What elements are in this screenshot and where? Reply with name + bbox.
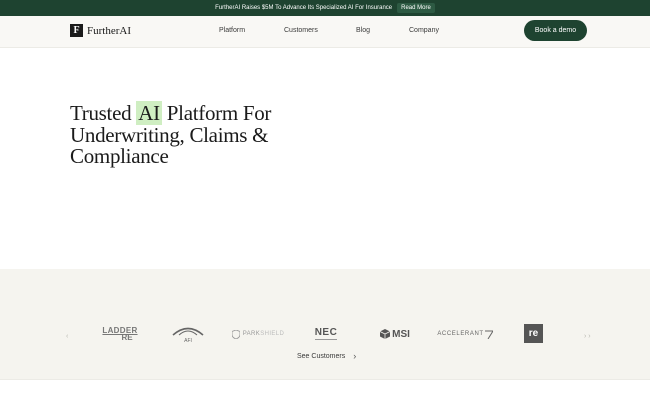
brand-name: FurtherAI [87, 24, 131, 37]
carousel-prev-icon[interactable]: ‹ [66, 333, 68, 340]
logo-nec: NEC [312, 325, 340, 343]
announcement-text: FurtherAI Raises $5M To Advance Its Spec… [215, 5, 393, 11]
logo-ladder-re: LADDER RE [100, 325, 140, 343]
logo-re: re [524, 324, 543, 343]
re-label: re [528, 328, 539, 339]
hero-heading: Trusted AI Platform For Underwriting, Cl… [70, 101, 330, 168]
announcement-bar: FurtherAI Raises $5M To Advance Its Spec… [0, 0, 650, 16]
chevron-right-icon: › [353, 351, 357, 361]
nav-blog[interactable]: Blog [356, 27, 370, 34]
brand-logo[interactable]: F FurtherAI [70, 24, 131, 37]
logo-msi: MSI [377, 327, 413, 341]
ladder-re-line-2: RE [121, 333, 133, 342]
parkshield-pre: PARK [242, 331, 261, 337]
see-customers-link[interactable]: See Customers › [297, 351, 356, 361]
hero-highlight: AI [136, 101, 162, 125]
main-nav: F FurtherAI Platform Customers Blog Comp… [0, 16, 650, 48]
nav-platform[interactable]: Platform [219, 27, 245, 34]
accelerant-label: ACCELERANT [437, 331, 484, 337]
hero-line-2: Underwriting, Claims & [70, 122, 269, 147]
hero-line-1-end: Platform For [161, 101, 272, 125]
logo-accelerant: ACCELERANT [437, 327, 493, 341]
nec-label: NEC [314, 327, 338, 338]
logo-parkshield: PARKSHIELD [231, 328, 285, 340]
nav-company[interactable]: Company [409, 27, 439, 34]
parkshield-post: SHIELD [260, 331, 285, 337]
hero-line-1-start: Trusted [70, 101, 137, 125]
hero-line-3: Compliance [70, 144, 169, 168]
nav-customers[interactable]: Customers [284, 27, 318, 34]
msi-cube-icon [380, 329, 391, 339]
afi-label: AFI [184, 338, 192, 344]
customer-logos-section: ‹ LADDER RE AFI PARKSHIELD NEC MSI ACCEL… [0, 269, 650, 380]
book-demo-button[interactable]: Book a demo [524, 20, 587, 41]
nec-underline [315, 339, 337, 340]
afi-arch-icon [172, 327, 204, 336]
msi-label: MSI [392, 328, 410, 340]
shield-icon [231, 329, 240, 339]
read-more-link[interactable]: Read More [397, 3, 435, 13]
accelerant-arrow-icon [484, 330, 493, 339]
carousel-next-icon[interactable]: › › [584, 333, 591, 340]
logo-mark-icon: F [70, 24, 83, 37]
see-customers-label: See Customers [297, 352, 346, 360]
hero-line-1: Trusted AI Platform For [70, 101, 330, 125]
logo-afi: AFI [170, 323, 206, 345]
